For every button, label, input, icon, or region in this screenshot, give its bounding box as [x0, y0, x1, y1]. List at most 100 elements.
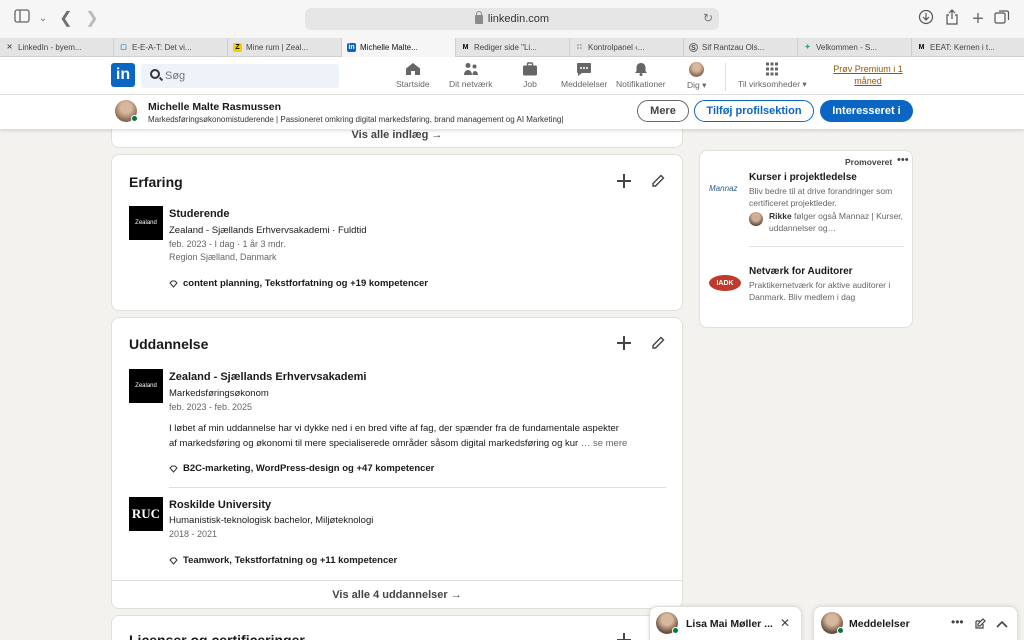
more-options-icon[interactable]: •••	[897, 154, 909, 166]
licenses-title: Licenser og certificeringer	[129, 632, 305, 640]
premium-link[interactable]: Prøv Premium i 1 måned	[826, 63, 910, 87]
education-dates: feb. 2023 - feb. 2025	[169, 402, 253, 412]
messaging-title: Meddelelser	[849, 618, 910, 630]
add-profile-section-button[interactable]: Tilføj profilsektion	[694, 100, 814, 122]
promo-title[interactable]: Netværk for Auditorer	[749, 266, 853, 277]
browser-tab[interactable]: ✦ Velkommen - S...	[798, 38, 912, 57]
zealand-icon: Z	[233, 43, 242, 52]
bell-icon	[634, 63, 647, 76]
edit-pencil-icon[interactable]	[651, 174, 665, 188]
promo-social-proof: Rikke følger også Mannaz | Kurser, uddan…	[769, 211, 904, 233]
compose-icon[interactable]	[974, 618, 986, 630]
nav-me[interactable]: Dig ▾	[687, 62, 706, 92]
nav-home[interactable]: Startside	[396, 62, 430, 92]
experience-card: Erfaring Zealand Studerende Zealand - Sj…	[111, 154, 683, 311]
profile-headline: Markedsføringsøkonomistuderende | Passio…	[148, 115, 564, 124]
s-icon: S	[689, 43, 698, 52]
nav-jobs[interactable]: Job	[522, 62, 538, 92]
iadk-logo[interactable]: IADK	[709, 275, 741, 291]
browser-tab[interactable]: ∷ Kontrolpanel ‹...	[570, 38, 684, 57]
education-degree: Markedsføringsøkonom	[169, 388, 269, 399]
profile-name: Michelle Malte Rasmussen	[148, 101, 282, 113]
search-input[interactable]	[141, 64, 339, 88]
reload-icon[interactable]: ↻	[703, 11, 713, 25]
licenses-card: Licenser og certificeringer	[111, 615, 683, 640]
education-degree: Humanistisk-teknologisk bachelor, Miljøt…	[169, 515, 374, 526]
chevron-down-icon[interactable]: ⌄	[33, 9, 53, 29]
back-icon[interactable]: ❮	[56, 9, 76, 29]
diamond-icon	[169, 557, 178, 565]
nav-for-business[interactable]: Til virksomheder ▾	[738, 62, 807, 92]
linkedin-icon: in	[347, 43, 356, 52]
diamond-icon	[169, 280, 178, 288]
promoted-card: Promoveret ••• Mannaz Kurser i projektle…	[699, 150, 913, 328]
briefcase-icon	[523, 62, 537, 76]
m-icon: M	[918, 44, 925, 51]
promoted-label: Promoveret	[845, 157, 893, 167]
linkedin-logo-icon[interactable]: in	[111, 63, 135, 87]
chat-icon	[577, 63, 592, 76]
experience-skills[interactable]: content planning, Tekstforfatning og +19…	[169, 278, 428, 289]
nav-messaging[interactable]: Meddelelser	[561, 62, 607, 92]
nav-divider	[725, 63, 726, 91]
download-icon[interactable]	[916, 9, 936, 29]
education-dates: 2018 - 2021	[169, 529, 218, 539]
messaging-panel-header[interactable]: Meddelelser •••	[813, 606, 1018, 640]
promo-divider	[749, 246, 904, 247]
add-icon[interactable]	[617, 336, 631, 350]
browser-tab[interactable]: M Rediger side "Li...	[456, 38, 570, 57]
show-all-posts-link[interactable]: Vis alle indlæg →	[112, 129, 682, 141]
mannaz-logo[interactable]: Mannaz	[709, 184, 737, 193]
home-icon	[405, 63, 420, 75]
nav-notifications[interactable]: Notifikationer	[616, 62, 666, 92]
m-icon: M	[462, 44, 469, 51]
nav-network[interactable]: Dit netværk	[449, 62, 492, 92]
url-text: linkedin.com	[487, 13, 550, 25]
sidebar-toggle-icon[interactable]	[12, 9, 32, 29]
browser-tab[interactable]: Z Mine rum | Zeal...	[228, 38, 342, 57]
address-bar[interactable]: linkedin.com ↻	[305, 8, 719, 30]
education-description: I løbet af min uddannelse har vi dykke n…	[169, 423, 628, 449]
more-options-icon[interactable]: •••	[951, 615, 964, 629]
add-icon[interactable]	[617, 633, 631, 640]
lock-icon	[474, 10, 483, 24]
browser-tabs: ✕ LinkedIn - byem... ▢ E-E-A-T: Det vi... …	[0, 38, 1024, 57]
browser-tab[interactable]: M EEAT: Kernen i t...	[912, 38, 1024, 57]
school-logo[interactable]: Zealand	[129, 369, 163, 403]
close-icon[interactable]: ✕	[780, 616, 790, 630]
browser-tab[interactable]: ✕ LinkedIn - byem...	[0, 38, 114, 57]
avatar	[689, 62, 705, 77]
chat-window-header[interactable]: Lisa Mai Møller ... ✕	[649, 606, 802, 640]
tab-overview-icon[interactable]	[992, 9, 1012, 29]
forward-icon[interactable]: ❯	[82, 9, 102, 29]
browser-tab[interactable]: ▢ E-E-A-T: Det vi...	[114, 38, 228, 57]
online-status-icon	[672, 627, 679, 634]
education-skills[interactable]: B2C-marketing, WordPress-design og +47 k…	[169, 463, 434, 474]
education-skills[interactable]: Teamwork, Tekstforfatning og +11 kompete…	[169, 555, 397, 566]
share-icon[interactable]	[942, 9, 962, 29]
company-logo[interactable]: Zealand	[129, 206, 163, 240]
more-button[interactable]: Mere	[637, 100, 689, 122]
online-status-icon	[837, 627, 844, 634]
interested-in-button[interactable]: Interesseret i	[820, 100, 913, 122]
add-icon[interactable]	[617, 174, 631, 188]
new-tab-icon[interactable]: +	[968, 9, 988, 29]
browser-tab-active[interactable]: in Michelle Malte...	[342, 38, 456, 57]
promo-title[interactable]: Kurser i projektledelse	[749, 172, 857, 183]
experience-title: Erfaring	[129, 174, 183, 190]
chevron-up-icon[interactable]	[996, 619, 1008, 629]
browser-tab[interactable]: S Sif Rantzau Ols...	[684, 38, 798, 57]
chat-contact-name: Lisa Mai Møller ...	[686, 618, 773, 630]
school-name: Zealand - Sjællands Erhvervsakademi	[169, 371, 367, 383]
experience-role: Studerende	[169, 208, 230, 220]
school-name: Roskilde University	[169, 499, 272, 511]
online-status-icon	[131, 115, 138, 122]
education-title: Uddannelse	[129, 336, 209, 352]
show-all-education-link[interactable]: Vis alle 4 uddannelser →	[112, 589, 682, 601]
grid-icon	[766, 62, 779, 76]
sticky-profile-bar: Michelle Malte Rasmussen Markedsføringsø…	[0, 95, 1024, 129]
edit-pencil-icon[interactable]	[651, 336, 665, 350]
school-logo[interactable]: RUC	[129, 497, 163, 531]
see-more-link[interactable]: … se mere	[581, 438, 627, 449]
promo-text: Bliv bedre til at drive forandringer som…	[749, 186, 893, 208]
